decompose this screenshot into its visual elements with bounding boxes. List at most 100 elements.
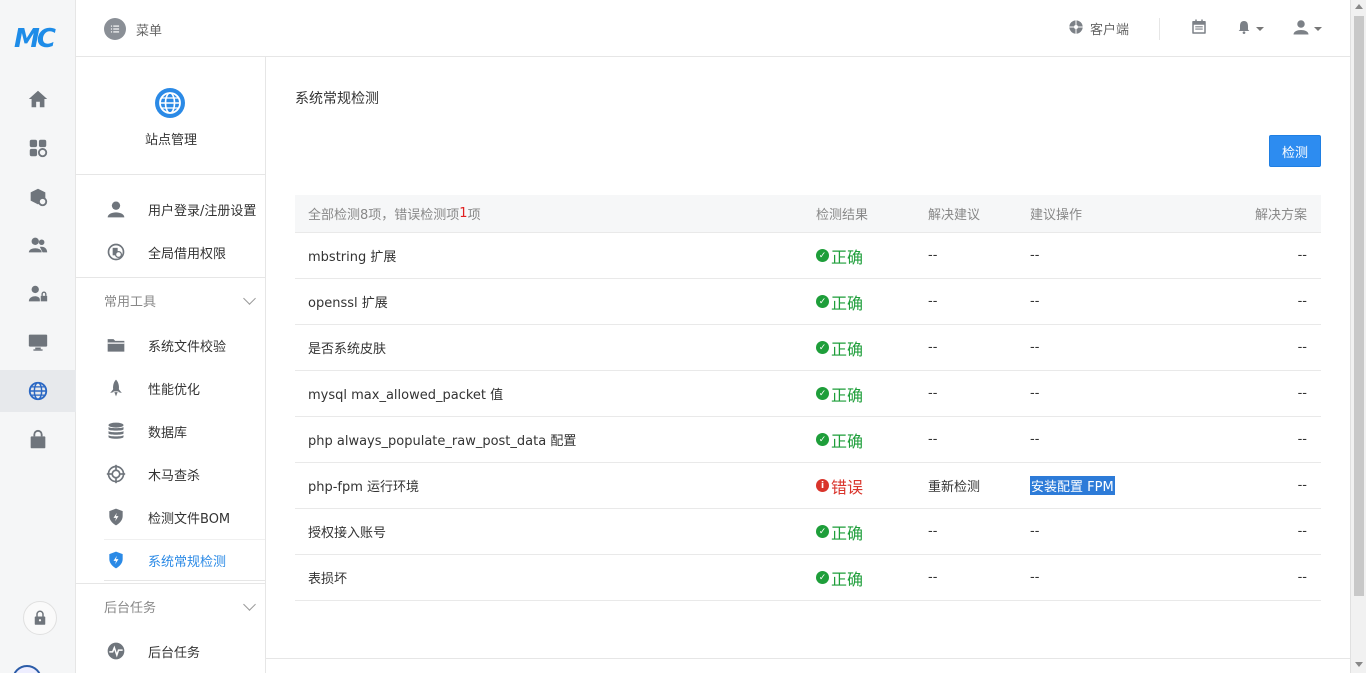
shield-icon — [106, 507, 126, 527]
permission-icon — [106, 242, 126, 262]
check-action: -- — [1030, 248, 1040, 263]
check-item-name: 是否系统皮肤 — [308, 342, 387, 357]
avatar[interactable] — [12, 665, 42, 673]
check-item-name: 表损坏 — [308, 572, 348, 587]
check-action: -- — [1030, 340, 1040, 355]
sidebar-item-user-login[interactable]: 用户登录/注册设置 — [76, 188, 265, 230]
scrollbar-thumb[interactable] — [1354, 16, 1364, 596]
check-advice: -- — [928, 294, 938, 309]
table-row: 授权接入账号 ✓ 正确 -- -- -- — [295, 509, 1321, 555]
sidebar-item-database[interactable]: 数据库 — [76, 410, 265, 452]
check-solution: -- — [1297, 248, 1307, 263]
sidebar-item-performance[interactable]: 性能优化 — [76, 367, 265, 409]
scroll-up-icon[interactable] — [1355, 4, 1363, 9]
rocket-icon — [106, 378, 126, 398]
sidebar-item-bom-check[interactable]: 检测文件BOM — [76, 496, 265, 538]
sidebar-item-trojan-scan[interactable]: 木马查杀 — [76, 453, 265, 495]
client-icon — [1068, 19, 1084, 39]
bottom-divider — [266, 658, 1350, 659]
check-solution: -- — [1297, 386, 1307, 401]
table-row: mbstring 扩展 ✓ 正确 -- -- -- — [295, 233, 1321, 279]
check-solution: -- — [1297, 340, 1307, 355]
client-button[interactable]: 客户端 — [1068, 19, 1129, 39]
sidebar-item-label: 系统文件校验 — [148, 339, 227, 355]
check-icon: ✓ — [816, 525, 829, 538]
user-lock-icon[interactable] — [0, 273, 76, 315]
check-result: ✓ 正确 — [816, 555, 863, 600]
check-solution: -- — [1297, 478, 1307, 493]
target-icon — [106, 464, 126, 484]
secondary-sidebar: 站点管理 用户登录/注册设置 全局借用权限 常用工具 系统文件校验 性能优化 数… — [76, 57, 266, 673]
check-item-name: openssl 扩展 — [308, 296, 388, 311]
list-icon — [104, 18, 126, 40]
header-divider — [1159, 17, 1160, 40]
table-row: mysql max_allowed_packet 值 ✓ 正确 -- -- -- — [295, 371, 1321, 417]
lock-icon[interactable] — [23, 601, 57, 635]
check-solution: -- — [1297, 432, 1307, 447]
sidebar-item-file-check[interactable]: 系统文件校验 — [76, 324, 265, 366]
sidebar-item-system-check[interactable]: 系统常规检测 — [76, 539, 265, 581]
group-label: 后台任务 — [104, 601, 157, 616]
check-solution: -- — [1297, 524, 1307, 539]
check-action: -- — [1030, 294, 1040, 309]
icon-rail: MC — [0, 0, 76, 673]
check-advice: -- — [928, 432, 938, 447]
home-icon[interactable] — [0, 78, 76, 120]
table-row: 是否系统皮肤 ✓ 正确 -- -- -- — [295, 325, 1321, 371]
user-icon — [1292, 18, 1310, 40]
monitor-icon[interactable] — [0, 321, 76, 363]
group-label: 常用工具 — [104, 295, 157, 310]
app-logo[interactable]: MC — [14, 24, 62, 54]
sidebar-group-tools[interactable]: 常用工具 — [76, 277, 265, 323]
column-header-solution: 解决方案 — [1254, 208, 1307, 223]
check-advice: -- — [928, 248, 938, 263]
shield-bolt-icon — [106, 550, 126, 570]
sidebar-item-label: 用户登录/注册设置 — [148, 203, 257, 219]
client-label: 客户端 — [1089, 23, 1129, 38]
apps-icon[interactable] — [0, 127, 76, 169]
check-action[interactable]: 安装配置 FPM — [1030, 463, 1115, 508]
sidebar-item-global-permission[interactable]: 全局借用权限 — [76, 231, 265, 273]
check-item-name: mysql max_allowed_packet 值 — [308, 388, 504, 403]
calendar-icon — [1190, 18, 1208, 40]
check-item-name: php-fpm 运行环境 — [308, 480, 420, 495]
sidebar-item-label: 检测文件BOM — [148, 511, 231, 527]
globe-icon[interactable] — [0, 370, 76, 412]
check-icon: ✓ — [816, 249, 829, 262]
check-advice: -- — [928, 386, 938, 401]
sidebar-item-label: 系统常规检测 — [148, 554, 227, 570]
shopping-bag-icon[interactable] — [0, 419, 76, 461]
calendar-button[interactable] — [1190, 18, 1208, 40]
sidebar-item-label: 木马查杀 — [148, 468, 201, 484]
check-result: i 错误 — [816, 463, 863, 508]
sidebar-title: 站点管理 — [144, 133, 197, 148]
detect-button[interactable]: 检测 — [1269, 135, 1321, 167]
table-row: openssl 扩展 ✓ 正确 -- -- -- — [295, 279, 1321, 325]
menu-toggle-button[interactable]: 菜单 — [104, 18, 162, 40]
check-icon: ✓ — [816, 341, 829, 354]
main-content: 系统常规检测 检测 全部检测8项，错误检测项 1 项 检测结果 解决建议 建议操作 … — [266, 57, 1350, 673]
notifications-button[interactable] — [1236, 19, 1264, 39]
chevron-down-icon — [1314, 26, 1322, 31]
chevron-down-icon — [1256, 26, 1264, 31]
error-icon: i — [816, 479, 829, 492]
sidebar-group-tasks[interactable]: 后台任务 — [76, 583, 265, 629]
scroll-down-icon[interactable] — [1355, 662, 1363, 667]
sidebar-header: 站点管理 — [76, 57, 265, 175]
page-title: 系统常规检测 — [295, 91, 379, 107]
check-item-name: php always_populate_raw_post_data 配置 — [308, 434, 577, 449]
check-item-name: mbstring 扩展 — [308, 250, 397, 265]
check-advice: -- — [928, 340, 938, 355]
check-result: ✓ 正确 — [816, 279, 863, 324]
package-settings-icon[interactable] — [0, 176, 76, 218]
check-advice[interactable]: 重新检测 — [928, 463, 980, 508]
pulse-icon — [106, 641, 126, 661]
check-icon: ✓ — [816, 295, 829, 308]
check-result: ✓ 正确 — [816, 371, 863, 416]
users-icon[interactable] — [0, 224, 76, 266]
sidebar-item-background-task[interactable]: 后台任务 — [76, 630, 265, 672]
check-icon: ✓ — [816, 433, 829, 446]
scrollbar[interactable] — [1350, 0, 1366, 673]
user-menu-button[interactable] — [1292, 18, 1322, 40]
check-result: ✓ 正确 — [816, 233, 863, 278]
